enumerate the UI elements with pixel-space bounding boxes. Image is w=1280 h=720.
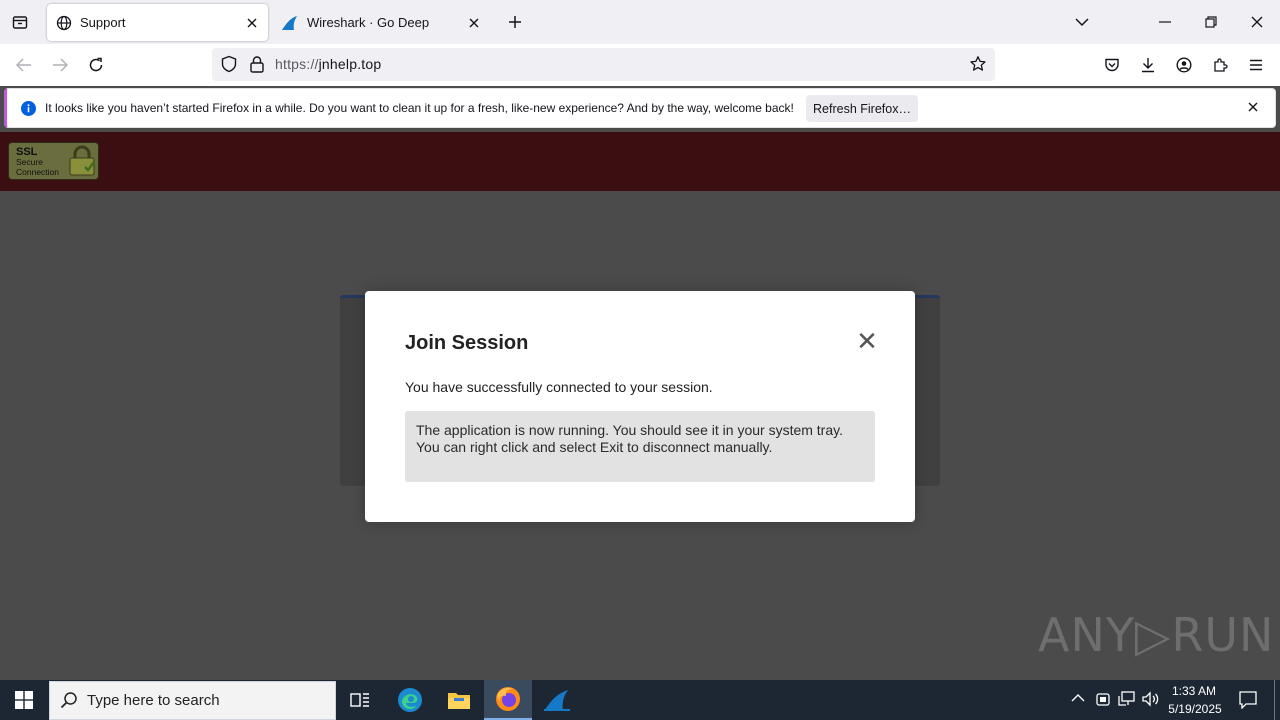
clock-date[interactable]: 5/19/2025 <box>1164 702 1226 716</box>
tracking-protection-shield-icon[interactable] <box>220 55 238 73</box>
padlock-icon <box>69 145 95 176</box>
modal-message: You have successfully connected to your … <box>405 379 713 395</box>
info-line: The application is now running. You shou… <box>416 422 843 438</box>
url-text[interactable]: https://jnhelp.top <box>275 56 381 72</box>
forward-icon[interactable] <box>45 50 75 80</box>
bookmark-star-icon[interactable] <box>969 55 987 73</box>
ssl-label: SSL <box>16 146 38 158</box>
notification-message: It looks like you haven’t started Firefo… <box>45 101 794 115</box>
info-line: You can right click and select Exit to d… <box>416 439 773 455</box>
close-modal-icon[interactable]: ✕ <box>855 328 879 354</box>
url-scheme: https:// <box>275 56 319 72</box>
tray-app-icon[interactable] <box>1095 691 1111 707</box>
show-desktop-button[interactable] <box>1274 680 1275 720</box>
modal-info-box: The application is now running. You shou… <box>405 411 875 482</box>
anyrun-watermark: ANY▷RUN <box>1038 608 1275 662</box>
modal-title: Join Session <box>405 332 529 354</box>
wireshark-taskbar-icon[interactable] <box>533 680 581 720</box>
new-tab-icon[interactable] <box>500 7 530 37</box>
ssl-connection-label: Connection <box>16 167 60 177</box>
reload-icon[interactable] <box>81 50 111 80</box>
close-window-icon[interactable] <box>1242 7 1272 37</box>
file-explorer-icon[interactable] <box>435 680 483 720</box>
lock-icon[interactable] <box>249 55 265 73</box>
account-icon[interactable] <box>1169 50 1199 80</box>
wireshark-fin-icon <box>281 15 299 31</box>
tab-title: Support <box>80 15 126 30</box>
tab-title: Wireshark · Go Deep <box>307 15 430 30</box>
tab-support[interactable]: Support <box>47 4 268 41</box>
site-header <box>0 132 1280 191</box>
downloads-icon[interactable] <box>1133 50 1163 80</box>
search-icon <box>60 691 78 709</box>
network-icon[interactable] <box>1118 691 1136 707</box>
close-tab-icon[interactable] <box>239 10 265 36</box>
close-notification-icon[interactable] <box>1248 102 1258 112</box>
ssl-badge-text: SSL Secure Connection <box>16 146 60 178</box>
search-placeholder: Type here to search <box>87 692 220 709</box>
ssl-secure-label: Secure <box>16 157 43 167</box>
firefox-view-icon[interactable] <box>5 7 35 37</box>
extensions-icon[interactable] <box>1205 50 1235 80</box>
pocket-icon[interactable] <box>1097 50 1127 80</box>
back-icon[interactable] <box>9 50 39 80</box>
volume-icon[interactable] <box>1142 691 1160 707</box>
url-host: jnhelp.top <box>318 56 382 72</box>
tab-wireshark[interactable]: Wireshark · Go Deep <box>272 4 490 41</box>
globe-icon <box>56 15 72 31</box>
close-tab-icon[interactable] <box>461 10 487 36</box>
edge-icon[interactable] <box>386 680 434 720</box>
windows-start-icon[interactable] <box>0 680 48 720</box>
clock-time[interactable]: 1:33 AM <box>1168 684 1220 698</box>
join-session-modal <box>365 291 915 522</box>
refresh-firefox-button[interactable]: Refresh Firefox… <box>806 95 918 122</box>
info-icon <box>21 101 36 116</box>
restore-icon[interactable] <box>1196 7 1226 37</box>
show-hidden-icons-chevron-icon[interactable] <box>1071 693 1085 703</box>
app-menu-icon[interactable] <box>1241 50 1271 80</box>
minimize-icon[interactable] <box>1150 7 1180 37</box>
task-view-icon[interactable] <box>336 680 384 720</box>
firefox-taskbar-icon[interactable] <box>484 680 532 720</box>
list-all-tabs-icon[interactable] <box>1067 7 1097 37</box>
notifications-icon[interactable] <box>1239 691 1257 709</box>
